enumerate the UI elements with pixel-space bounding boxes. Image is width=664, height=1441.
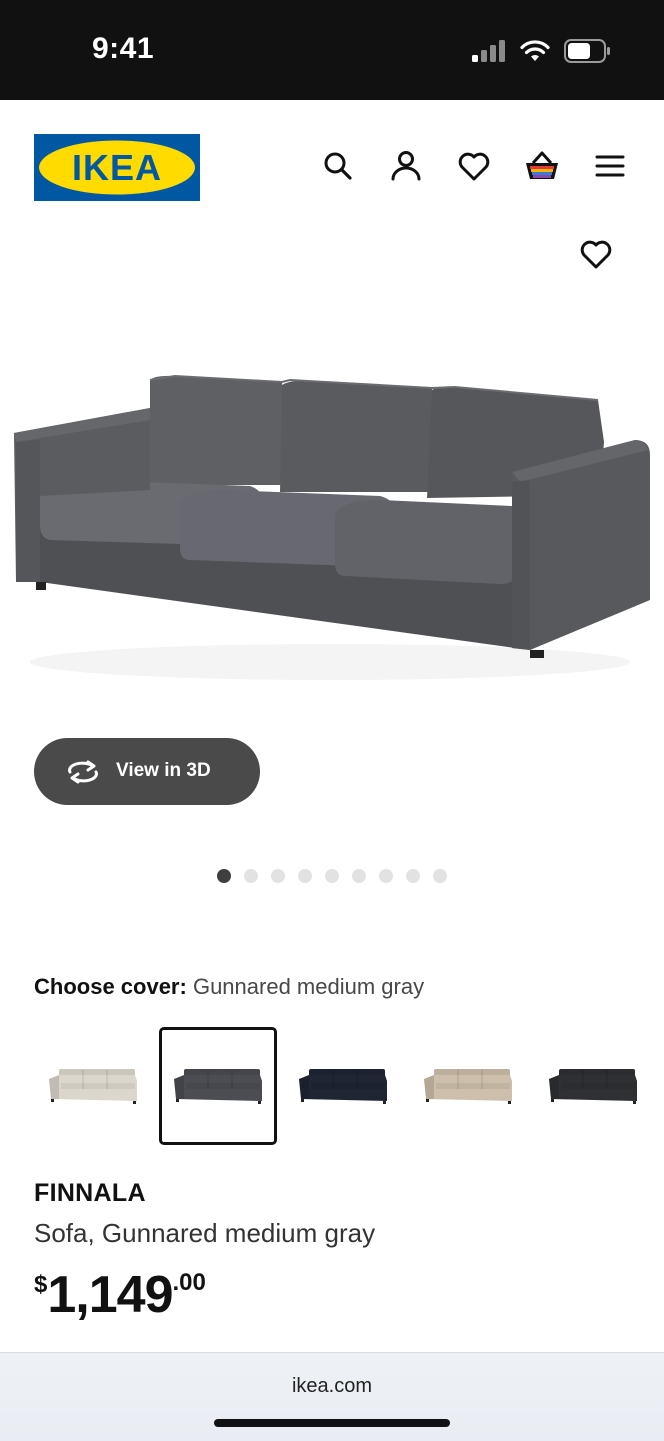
home-indicator[interactable] bbox=[214, 1419, 450, 1427]
pager-dot[interactable] bbox=[379, 869, 393, 883]
logo-text: IKEA bbox=[72, 147, 162, 188]
browser-address-bar[interactable]: ikea.com bbox=[0, 1352, 664, 1441]
search-icon[interactable] bbox=[320, 148, 356, 184]
sofa-thumbnail bbox=[299, 1069, 387, 1104]
battery-icon bbox=[564, 39, 610, 63]
rotate-3d-icon bbox=[68, 760, 98, 784]
cover-label: Choose cover: bbox=[34, 974, 187, 999]
product-image[interactable] bbox=[0, 230, 664, 760]
price-integer: 1,149 bbox=[47, 1266, 173, 1324]
view-in-3d-button[interactable]: View in 3D bbox=[34, 738, 260, 805]
ikea-logo[interactable]: IKEA bbox=[34, 134, 200, 201]
account-icon[interactable] bbox=[388, 148, 424, 184]
product-name: FINNALA bbox=[34, 1179, 146, 1207]
site-header: IKEA bbox=[0, 100, 664, 240]
pager-dot[interactable] bbox=[244, 869, 258, 883]
pager-dot[interactable] bbox=[406, 869, 420, 883]
add-to-favourites-icon[interactable] bbox=[578, 236, 614, 272]
product-description: Sofa, Gunnared medium gray bbox=[34, 1218, 376, 1248]
cover-swatch[interactable] bbox=[34, 1027, 152, 1145]
pager-dot[interactable] bbox=[298, 869, 312, 883]
browser-url[interactable]: ikea.com bbox=[0, 1375, 664, 1398]
product-price: $1,149.00 bbox=[34, 1265, 206, 1325]
pager-dot[interactable] bbox=[217, 869, 231, 883]
pager-dot[interactable] bbox=[433, 869, 447, 883]
cover-swatch[interactable] bbox=[284, 1027, 402, 1145]
basket-icon[interactable] bbox=[524, 148, 560, 184]
status-bar: 9:41 bbox=[0, 0, 664, 100]
cover-selection-label: Choose cover: Gunnared medium gray bbox=[34, 974, 424, 1000]
cover-swatch[interactable] bbox=[534, 1027, 652, 1145]
pager-dot[interactable] bbox=[325, 869, 339, 883]
cover-swatches bbox=[34, 1027, 644, 1145]
status-icons bbox=[472, 36, 610, 66]
pager-dot[interactable] bbox=[352, 869, 366, 883]
heart-icon[interactable] bbox=[456, 148, 492, 184]
sofa-thumbnail bbox=[49, 1069, 137, 1104]
wifi-icon bbox=[520, 40, 550, 61]
price-decimal: .00 bbox=[172, 1269, 206, 1296]
sofa-thumbnail bbox=[424, 1069, 512, 1104]
view-in-3d-label: View in 3D bbox=[116, 760, 211, 781]
cover-selected-name: Gunnared medium gray bbox=[192, 974, 425, 999]
menu-icon[interactable] bbox=[592, 148, 628, 184]
sofa-thumbnail bbox=[174, 1069, 262, 1104]
cover-swatch[interactable] bbox=[409, 1027, 527, 1145]
status-time: 9:41 bbox=[92, 32, 155, 65]
pager-dot[interactable] bbox=[271, 869, 285, 883]
image-pager bbox=[217, 869, 447, 883]
sofa-thumbnail bbox=[549, 1069, 637, 1104]
header-actions bbox=[320, 148, 628, 184]
price-currency: $ bbox=[34, 1271, 48, 1298]
signal-icon bbox=[472, 40, 505, 62]
cover-swatch[interactable] bbox=[159, 1027, 277, 1145]
